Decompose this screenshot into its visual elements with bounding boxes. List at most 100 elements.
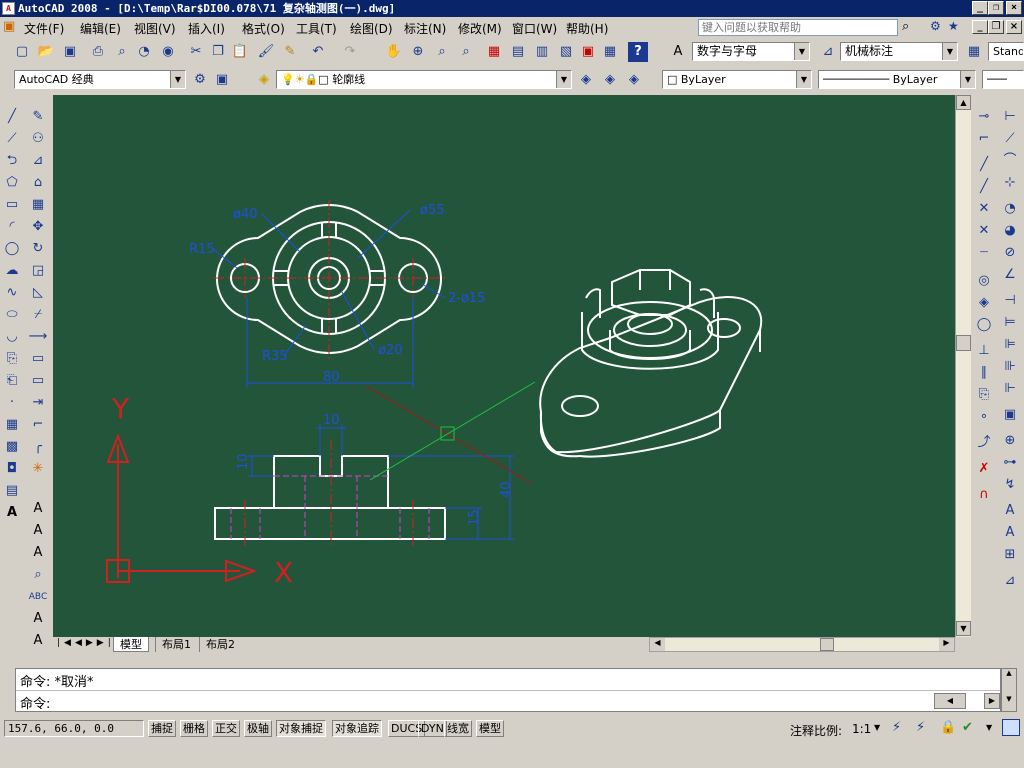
- table-style-icon[interactable]: ▦: [964, 42, 984, 62]
- clean-screen-icon[interactable]: [1002, 719, 1020, 736]
- otrack-toggle[interactable]: 对象追踪: [332, 720, 382, 737]
- workspace-settings-icon[interactable]: ⚙: [190, 70, 210, 90]
- menu-edit[interactable]: 编辑(E): [80, 20, 121, 37]
- linetype-select[interactable]: ────────── ByLayer ▼: [818, 70, 976, 89]
- jogged-dim-icon[interactable]: ◕: [1000, 221, 1020, 241]
- continue-dim-icon[interactable]: ⊫: [1000, 335, 1020, 355]
- angular-dim-icon[interactable]: ∠: [1000, 265, 1020, 285]
- explode-icon[interactable]: ✳: [28, 459, 48, 479]
- layer-states-icon[interactable]: ◈: [624, 70, 644, 90]
- radius-dim-icon[interactable]: ◔: [1000, 199, 1020, 219]
- auto-scale-icon[interactable]: ⚡: [916, 720, 925, 735]
- snap-toggle[interactable]: 捕捉: [148, 720, 176, 737]
- ortho-toggle[interactable]: 正交: [212, 720, 240, 737]
- rectangle-icon[interactable]: ▭: [2, 195, 22, 215]
- pan-icon[interactable]: ✋: [384, 42, 404, 62]
- revision-cloud-icon[interactable]: ☁: [2, 261, 22, 281]
- snap-from-icon[interactable]: ⌐: [974, 129, 994, 149]
- hatch-icon[interactable]: ▦: [2, 415, 22, 435]
- annotation-scale-value[interactable]: 1:1: [852, 722, 871, 736]
- quick-dim-icon[interactable]: ⊣: [1000, 291, 1020, 311]
- temp-tracking-icon[interactable]: ⊸: [974, 107, 994, 127]
- open-file-icon[interactable]: 📂: [36, 42, 56, 62]
- help-icon[interactable]: ?: [628, 42, 648, 62]
- calculator-icon[interactable]: ▦: [600, 42, 620, 62]
- gradient-icon[interactable]: ▩: [2, 437, 22, 457]
- horizontal-scrollbar[interactable]: ◀ ▶: [649, 637, 955, 652]
- save-icon[interactable]: ▣: [60, 42, 80, 62]
- table-style-select[interactable]: Stand: [988, 42, 1024, 61]
- jogged-linear-icon[interactable]: ↯: [1000, 475, 1020, 495]
- snap-endpoint-icon[interactable]: ╱: [974, 155, 994, 175]
- favorites-icon[interactable]: ★: [948, 19, 959, 33]
- text-style-select[interactable]: 数字与字母 ▼: [692, 42, 810, 61]
- snap-none-icon[interactable]: ✗: [974, 459, 994, 479]
- drawing-canvas[interactable]: ø40 ø55 R15 2-ø15 R35 ø20 80 10 10 40 15: [53, 95, 955, 637]
- command-scroll-left-icon[interactable]: ◀: [934, 693, 966, 709]
- grid-toggle[interactable]: 栅格: [180, 720, 208, 737]
- diameter-dim-icon[interactable]: ⊘: [1000, 243, 1020, 263]
- minimize-button[interactable]: _: [972, 1, 988, 15]
- toolbar-lock-icon[interactable]: 🔒: [940, 720, 956, 735]
- dim-break-icon[interactable]: ⊩: [1000, 379, 1020, 399]
- offset-icon[interactable]: ⌂: [28, 173, 48, 193]
- paste-icon[interactable]: 📋: [230, 42, 250, 62]
- restore-button[interactable]: ❐: [988, 1, 1004, 15]
- lineweight-select[interactable]: ───: [982, 70, 1024, 89]
- print-icon[interactable]: ⎙: [88, 42, 108, 62]
- scroll-thumb[interactable]: [956, 335, 971, 351]
- chevron-down-icon[interactable]: ▼: [874, 723, 880, 732]
- spell-check-icon[interactable]: ABC: [28, 587, 48, 607]
- snap-tangent-icon[interactable]: ◯: [974, 315, 994, 335]
- layer-select[interactable]: 💡☀🔒□ 轮廓线 ▼: [276, 70, 572, 89]
- snap-quadrant-icon[interactable]: ◈: [974, 293, 994, 313]
- snap-apparent-intersection-icon[interactable]: ✕: [974, 221, 994, 241]
- scale-text-icon[interactable]: A: [28, 609, 48, 629]
- print-preview-icon[interactable]: ⌕: [112, 42, 132, 62]
- text-style-tool-icon[interactable]: A: [28, 543, 48, 563]
- text-style-icon[interactable]: A: [668, 42, 688, 62]
- copy-icon[interactable]: ❐: [208, 42, 228, 62]
- doc-restore-button[interactable]: ❐: [988, 20, 1004, 34]
- aligned-dim-icon[interactable]: ⟋: [1000, 129, 1020, 149]
- block-editor-icon[interactable]: ✎: [280, 42, 300, 62]
- ellipse-icon[interactable]: ⬭: [2, 305, 22, 325]
- insert-block-icon[interactable]: ⎘: [2, 349, 22, 369]
- scale-icon[interactable]: ◲: [28, 261, 48, 281]
- multiline-text-icon[interactable]: A: [2, 503, 22, 523]
- menu-view[interactable]: 视图(V): [134, 20, 176, 37]
- dim-style-select[interactable]: 机械标注 ▼: [840, 42, 958, 61]
- construction-line-icon[interactable]: ⟋: [2, 129, 22, 149]
- vertical-scrollbar[interactable]: ▲ ▼: [955, 95, 971, 637]
- command-scroll-right-icon[interactable]: ▶: [984, 693, 1000, 709]
- tab-layout1[interactable]: 布局1: [155, 637, 197, 652]
- menu-modify[interactable]: 修改(M): [458, 20, 502, 37]
- center-mark-icon[interactable]: ⊕: [1000, 431, 1020, 451]
- markup-icon[interactable]: ▣: [578, 42, 598, 62]
- hscroll-thumb[interactable]: [820, 638, 834, 651]
- text-icon[interactable]: A: [28, 499, 48, 519]
- menu-file[interactable]: 文件(F): [24, 20, 64, 37]
- tab-model[interactable]: 模型: [113, 637, 149, 652]
- join-icon[interactable]: ▭: [28, 371, 48, 391]
- command-prompt[interactable]: 命令:: [20, 693, 50, 712]
- menu-help[interactable]: 帮助(H): [566, 20, 608, 37]
- coordinates-readout[interactable]: 157.6, 66.0, 0.0: [4, 720, 144, 737]
- sheet-set-icon[interactable]: ▧: [556, 42, 576, 62]
- communication-center-icon[interactable]: ⚙: [930, 19, 941, 33]
- chamfer-icon[interactable]: ⇥: [28, 393, 48, 413]
- autocad-app-icon[interactable]: A: [2, 2, 15, 15]
- table-icon[interactable]: ▤: [2, 481, 22, 501]
- menu-tools[interactable]: 工具(T): [296, 20, 337, 37]
- snap-center-icon[interactable]: ◎: [974, 271, 994, 291]
- fillet-icon[interactable]: ⌐: [28, 415, 48, 435]
- extend-icon[interactable]: ⟶: [28, 327, 48, 347]
- menu-dimension[interactable]: 标注(N): [404, 20, 446, 37]
- break-icon[interactable]: ▭: [28, 349, 48, 369]
- polar-toggle[interactable]: 极轴: [244, 720, 272, 737]
- arc-icon[interactable]: ◜: [2, 217, 22, 237]
- polyline-icon[interactable]: ⮌: [2, 151, 22, 171]
- baseline-dim-icon[interactable]: ⊨: [1000, 313, 1020, 333]
- menu-draw[interactable]: 绘图(D): [350, 20, 393, 37]
- line-icon[interactable]: ╱: [2, 107, 22, 127]
